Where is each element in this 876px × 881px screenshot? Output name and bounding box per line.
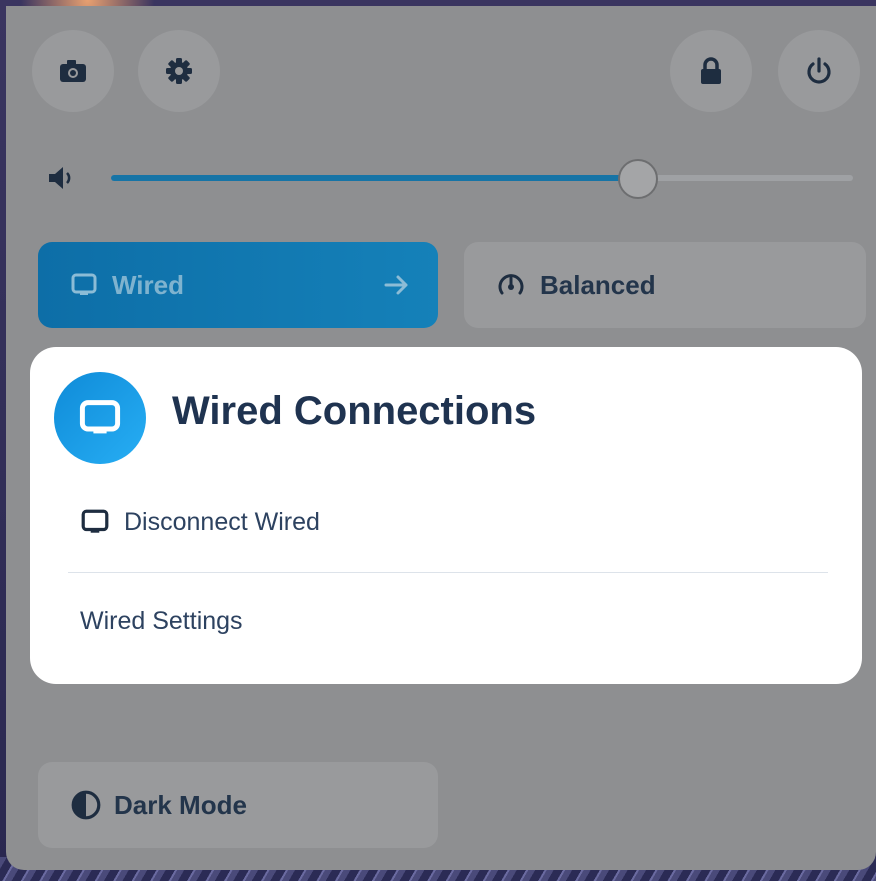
network-wired-icon: [81, 509, 109, 533]
network-wired-icon: [54, 372, 146, 464]
volume-slider[interactable]: [111, 159, 853, 199]
speaker-icon[interactable]: [46, 162, 78, 194]
power-mode-toggle[interactable]: Balanced: [464, 242, 866, 328]
menu-divider: [68, 572, 828, 573]
disconnect-wired-item[interactable]: Disconnect Wired: [80, 507, 320, 537]
network-wired-icon: [71, 273, 97, 295]
wired-connections-menu: Wired Connections Disconnect Wired Wired…: [30, 347, 862, 684]
wired-toggle-label: Wired: [112, 269, 184, 300]
dark-mode-label: Dark Mode: [114, 789, 247, 820]
power-mode-label: Balanced: [540, 269, 656, 300]
dark-mode-toggle[interactable]: Dark Mode: [38, 762, 438, 848]
volume-row: [46, 156, 856, 200]
volume-slider-handle[interactable]: [618, 159, 658, 199]
lock-button[interactable]: [670, 30, 752, 112]
wired-toggle[interactable]: Wired: [38, 242, 438, 328]
power-profile-icon: [498, 274, 524, 295]
arrow-right-icon[interactable]: [382, 270, 412, 300]
settings-button[interactable]: [138, 30, 220, 112]
disconnect-wired-label: Disconnect Wired: [124, 507, 320, 536]
dark-mode-icon: [71, 790, 101, 820]
menu-title: Wired Connections: [172, 389, 537, 433]
camera-icon: [60, 60, 86, 82]
volume-slider-fill: [111, 175, 638, 181]
lock-icon: [701, 57, 721, 84]
gear-icon: [166, 58, 192, 84]
wired-settings-item[interactable]: Wired Settings: [80, 607, 243, 636]
wired-settings-label: Wired Settings: [80, 607, 243, 635]
screenshot-button[interactable]: [32, 30, 114, 112]
power-icon: [807, 57, 831, 84]
power-button[interactable]: [778, 30, 860, 112]
